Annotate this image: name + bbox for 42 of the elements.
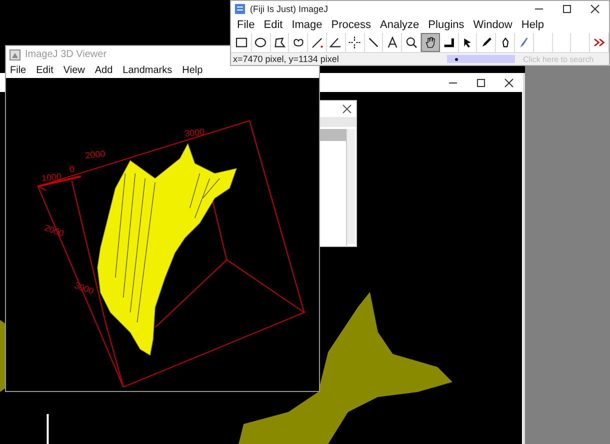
angle-tool-icon	[328, 35, 344, 50]
menu-item[interactable]: Landmarks	[122, 65, 172, 76]
axis-label: 1000	[40, 171, 62, 184]
axis-label: 3000	[72, 280, 95, 296]
app-icon	[234, 3, 246, 15]
line-drawing	[46, 414, 49, 444]
menu-item[interactable]: File	[10, 65, 26, 76]
menu-item[interactable]: Process	[331, 19, 372, 31]
menu-item[interactable]: Image	[292, 19, 322, 31]
app-icon	[9, 48, 21, 60]
window-title: ImageJ 3D Viewer	[25, 49, 107, 60]
axis-label: 0	[68, 164, 75, 174]
maximize-icon[interactable]	[562, 4, 572, 14]
close-icon[interactable]	[590, 4, 600, 14]
maximize-icon[interactable]	[476, 78, 486, 88]
close-icon[interactable]	[342, 104, 352, 114]
menu-item[interactable]: Window	[473, 19, 512, 31]
menu-item[interactable]: Add	[94, 65, 113, 76]
axis-label: 2000	[84, 148, 106, 160]
list-box[interactable]	[319, 129, 347, 246]
rectangle-tool-icon	[234, 35, 250, 50]
magnifier-icon	[404, 35, 419, 50]
line-tool-icon	[310, 35, 325, 50]
menu-item[interactable]: Plugins	[428, 19, 464, 31]
menu-item[interactable]: Help	[182, 65, 203, 76]
axis-label: 2000	[43, 222, 66, 239]
axis-label: 3000	[184, 126, 205, 139]
dialog-header-strip	[319, 117, 356, 127]
menu-item[interactable]: View	[63, 65, 85, 76]
memory-bar	[447, 55, 515, 63]
status-text: x=7470 pixel, y=1134 pixel	[232, 54, 339, 64]
point-tool-icon	[347, 35, 362, 50]
menu-item[interactable]: File	[237, 19, 255, 31]
close-icon[interactable]	[504, 78, 514, 88]
menu-item[interactable]: Analyze	[380, 19, 420, 31]
scrollbar[interactable]	[346, 129, 355, 244]
menu-item[interactable]: Edit	[36, 65, 54, 76]
menu-item[interactable]: Help	[521, 19, 544, 31]
tool-button[interactable]	[420, 33, 440, 52]
menu-item[interactable]: Edit	[264, 19, 283, 31]
oval-tool-icon	[253, 35, 268, 50]
window-title: (Fiji Is Just) ImageJ	[250, 4, 328, 14]
